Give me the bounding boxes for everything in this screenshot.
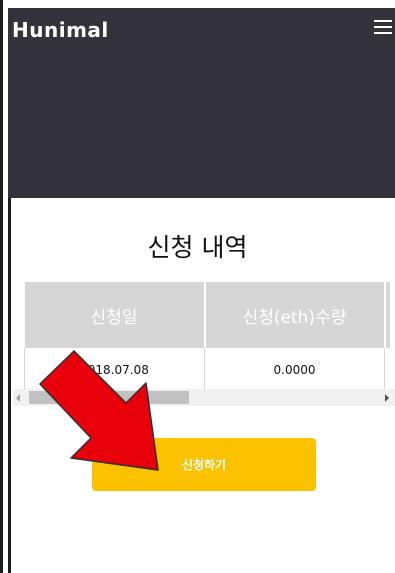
logo[interactable]: Hunimal bbox=[12, 18, 109, 42]
scroll-left-arrow-icon[interactable] bbox=[16, 394, 20, 402]
column-header-extra bbox=[384, 282, 390, 348]
column-header-amount: 신청(eth)수량 bbox=[204, 282, 386, 348]
cell-amount: 0.0000 bbox=[204, 348, 385, 393]
history-table: 신청일 신청(eth)수량 2018.07.08 0.0000 bbox=[24, 282, 390, 393]
menu-icon-line bbox=[374, 26, 392, 28]
apply-button[interactable]: 신청하기 bbox=[92, 438, 316, 491]
cell-extra bbox=[384, 348, 390, 393]
table-row: 2018.07.08 0.0000 bbox=[24, 348, 390, 393]
column-header-date: 신청일 bbox=[24, 282, 206, 348]
scroll-right-arrow-icon[interactable] bbox=[385, 394, 389, 402]
menu-icon-line bbox=[374, 32, 392, 34]
app-header: Hunimal bbox=[8, 8, 395, 198]
hamburger-menu-icon[interactable] bbox=[374, 20, 392, 34]
page-title: 신청 내역 bbox=[147, 233, 248, 262]
table-header-row: 신청일 신청(eth)수량 bbox=[24, 282, 390, 348]
menu-icon-line bbox=[374, 20, 392, 22]
page-left-border bbox=[0, 0, 3, 573]
scroll-thumb[interactable] bbox=[29, 391, 189, 404]
horizontal-scrollbar[interactable] bbox=[13, 389, 395, 406]
cell-date: 2018.07.08 bbox=[24, 348, 205, 393]
